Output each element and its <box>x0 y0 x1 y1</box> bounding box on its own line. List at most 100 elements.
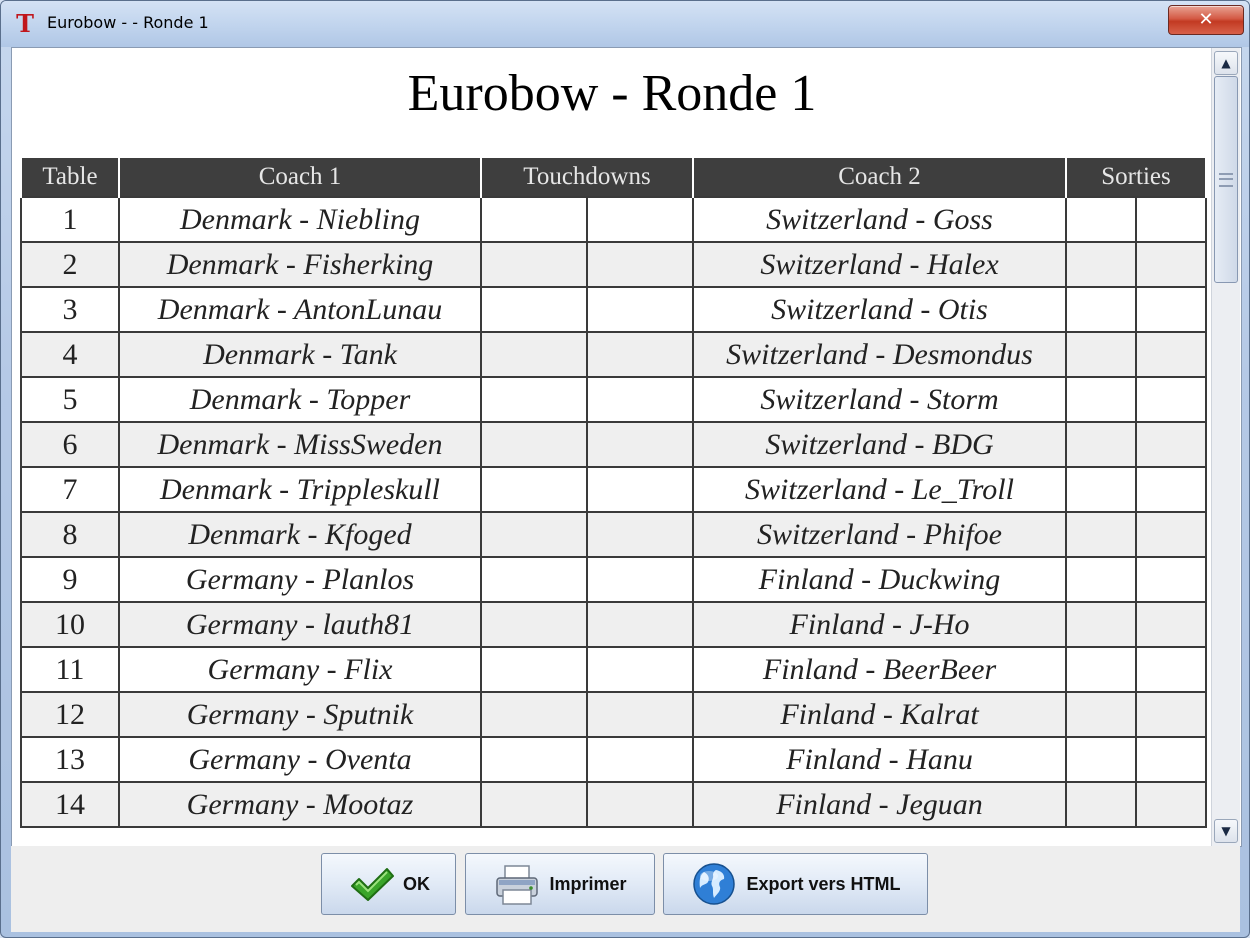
cell-coach2: Switzerland - Halex <box>692 241 1067 288</box>
cell-sorties-coach2 <box>1135 601 1207 648</box>
cell-coach2: Finland - Hanu <box>692 736 1067 783</box>
col-header-touchdowns: Touchdowns <box>480 158 694 197</box>
cell-sorties-coach2 <box>1135 331 1207 378</box>
cell-coach2: Switzerland - Desmondus <box>692 331 1067 378</box>
cell-touchdowns-coach2 <box>586 646 694 693</box>
cell-touchdowns-coach1 <box>480 736 588 783</box>
export-html-button[interactable]: Export vers HTML <box>663 853 928 915</box>
table-row: 13 Germany - Oventa Finland - Hanu <box>20 736 1207 783</box>
vertical-scrollbar[interactable]: ▲ ▼ <box>1211 48 1240 846</box>
cell-table-number: 11 <box>20 646 120 693</box>
cell-sorties-coach1 <box>1065 736 1137 783</box>
cell-touchdowns-coach1 <box>480 286 588 333</box>
cell-sorties-coach1 <box>1065 376 1137 423</box>
scroll-down-arrow-icon[interactable]: ▼ <box>1214 819 1238 843</box>
cell-coach1: Denmark - Fisherking <box>118 241 482 288</box>
cell-coach1: Germany - Mootaz <box>118 781 482 828</box>
cell-sorties-coach1 <box>1065 466 1137 513</box>
cell-coach2: Finland - Jeguan <box>692 781 1067 828</box>
scroll-up-arrow-icon[interactable]: ▲ <box>1214 51 1238 75</box>
cell-table-number: 2 <box>20 241 120 288</box>
cell-coach2: Finland - Duckwing <box>692 556 1067 603</box>
cell-coach1: Germany - Oventa <box>118 736 482 783</box>
col-header-coach2: Coach 2 <box>692 158 1067 197</box>
cell-sorties-coach2 <box>1135 736 1207 783</box>
title-bar[interactable]: T Eurobow - - Ronde 1 ✕ <box>1 1 1249 47</box>
cell-coach1: Denmark - Trippleskull <box>118 466 482 513</box>
cell-coach2: Finland - Kalrat <box>692 691 1067 738</box>
cell-coach1: Denmark - Topper <box>118 376 482 423</box>
cell-sorties-coach1 <box>1065 781 1137 828</box>
app-window: T Eurobow - - Ronde 1 ✕ Eurobow - Ronde … <box>0 0 1250 938</box>
cell-touchdowns-coach1 <box>480 331 588 378</box>
cell-touchdowns-coach1 <box>480 196 588 243</box>
cell-sorties-coach1 <box>1065 286 1137 333</box>
printer-icon <box>496 865 539 905</box>
window-title: Eurobow - - Ronde 1 <box>47 13 209 32</box>
cell-sorties-coach1 <box>1065 421 1137 468</box>
grip-icon <box>1219 173 1233 187</box>
cell-touchdowns-coach2 <box>586 781 694 828</box>
cell-sorties-coach1 <box>1065 241 1137 288</box>
cell-coach1: Denmark - Tank <box>118 331 482 378</box>
cell-coach2: Switzerland - Storm <box>692 376 1067 423</box>
pairings-table: Table Coach 1 Touchdowns Coach 2 Sorties… <box>20 158 1207 828</box>
cell-sorties-coach1 <box>1065 601 1137 648</box>
report-viewer: Eurobow - Ronde 1 Table Coach 1 Touchdow… <box>11 47 1242 847</box>
cell-touchdowns-coach1 <box>480 421 588 468</box>
cell-coach1: Germany - Planlos <box>118 556 482 603</box>
scrollbar-thumb[interactable] <box>1214 76 1238 283</box>
cell-touchdowns-coach2 <box>586 556 694 603</box>
table-row: 2 Denmark - Fisherking Switzerland - Halex <box>20 241 1207 288</box>
table-row: 1 Denmark - Niebling Switzerland - Goss <box>20 196 1207 243</box>
cell-touchdowns-coach1 <box>480 691 588 738</box>
cell-coach1: Denmark - Niebling <box>118 196 482 243</box>
col-header-coach1: Coach 1 <box>118 158 482 197</box>
table-header-row: Table Coach 1 Touchdowns Coach 2 Sorties <box>20 158 1207 197</box>
cell-sorties-coach2 <box>1135 376 1207 423</box>
close-button[interactable]: ✕ <box>1168 5 1244 35</box>
cell-touchdowns-coach1 <box>480 376 588 423</box>
cell-touchdowns-coach2 <box>586 196 694 243</box>
cell-table-number: 4 <box>20 331 120 378</box>
cell-sorties-coach2 <box>1135 646 1207 693</box>
cell-touchdowns-coach1 <box>480 781 588 828</box>
cell-table-number: 6 <box>20 421 120 468</box>
cell-coach2: Switzerland - Phifoe <box>692 511 1067 558</box>
cell-coach2: Switzerland - Goss <box>692 196 1067 243</box>
print-button[interactable]: Imprimer <box>465 853 655 915</box>
cell-coach2: Switzerland - Le_Troll <box>692 466 1067 513</box>
export-html-button-label: Export vers HTML <box>746 873 901 894</box>
table-row: 12 Germany - Sputnik Finland - Kalrat <box>20 691 1207 738</box>
table-row: 7 Denmark - Trippleskull Switzerland - Le_… <box>20 466 1207 513</box>
ok-button-label: OK <box>403 873 430 894</box>
cell-touchdowns-coach2 <box>586 421 694 468</box>
cell-sorties-coach1 <box>1065 691 1137 738</box>
table-row: 8 Denmark - Kfoged Switzerland - Phifoe <box>20 511 1207 558</box>
cell-table-number: 10 <box>20 601 120 648</box>
app-logo-icon: T <box>16 9 34 38</box>
table-row: 9 Germany - Planlos Finland - Duckwing <box>20 556 1207 603</box>
cell-coach1: Denmark - Kfoged <box>118 511 482 558</box>
cell-sorties-coach1 <box>1065 646 1137 693</box>
checkmark-icon <box>351 868 394 901</box>
report-heading: Eurobow - Ronde 1 <box>407 65 817 122</box>
cell-table-number: 3 <box>20 286 120 333</box>
cell-touchdowns-coach2 <box>586 376 694 423</box>
cell-coach1: Germany - Sputnik <box>118 691 482 738</box>
cell-touchdowns-coach2 <box>586 466 694 513</box>
cell-sorties-coach2 <box>1135 421 1207 468</box>
cell-touchdowns-coach2 <box>586 331 694 378</box>
cell-touchdowns-coach1 <box>480 511 588 558</box>
cell-touchdowns-coach2 <box>586 286 694 333</box>
cell-touchdowns-coach2 <box>586 736 694 783</box>
cell-coach1: Germany - Flix <box>118 646 482 693</box>
cell-sorties-coach1 <box>1065 556 1137 603</box>
cell-coach2: Finland - BeerBeer <box>692 646 1067 693</box>
cell-touchdowns-coach2 <box>586 511 694 558</box>
cell-coach2: Finland - J-Ho <box>692 601 1067 648</box>
cell-table-number: 9 <box>20 556 120 603</box>
ok-button[interactable]: OK <box>321 853 456 915</box>
table-row: 6 Denmark - MissSweden Switzerland - BDG <box>20 421 1207 468</box>
cell-sorties-coach1 <box>1065 331 1137 378</box>
